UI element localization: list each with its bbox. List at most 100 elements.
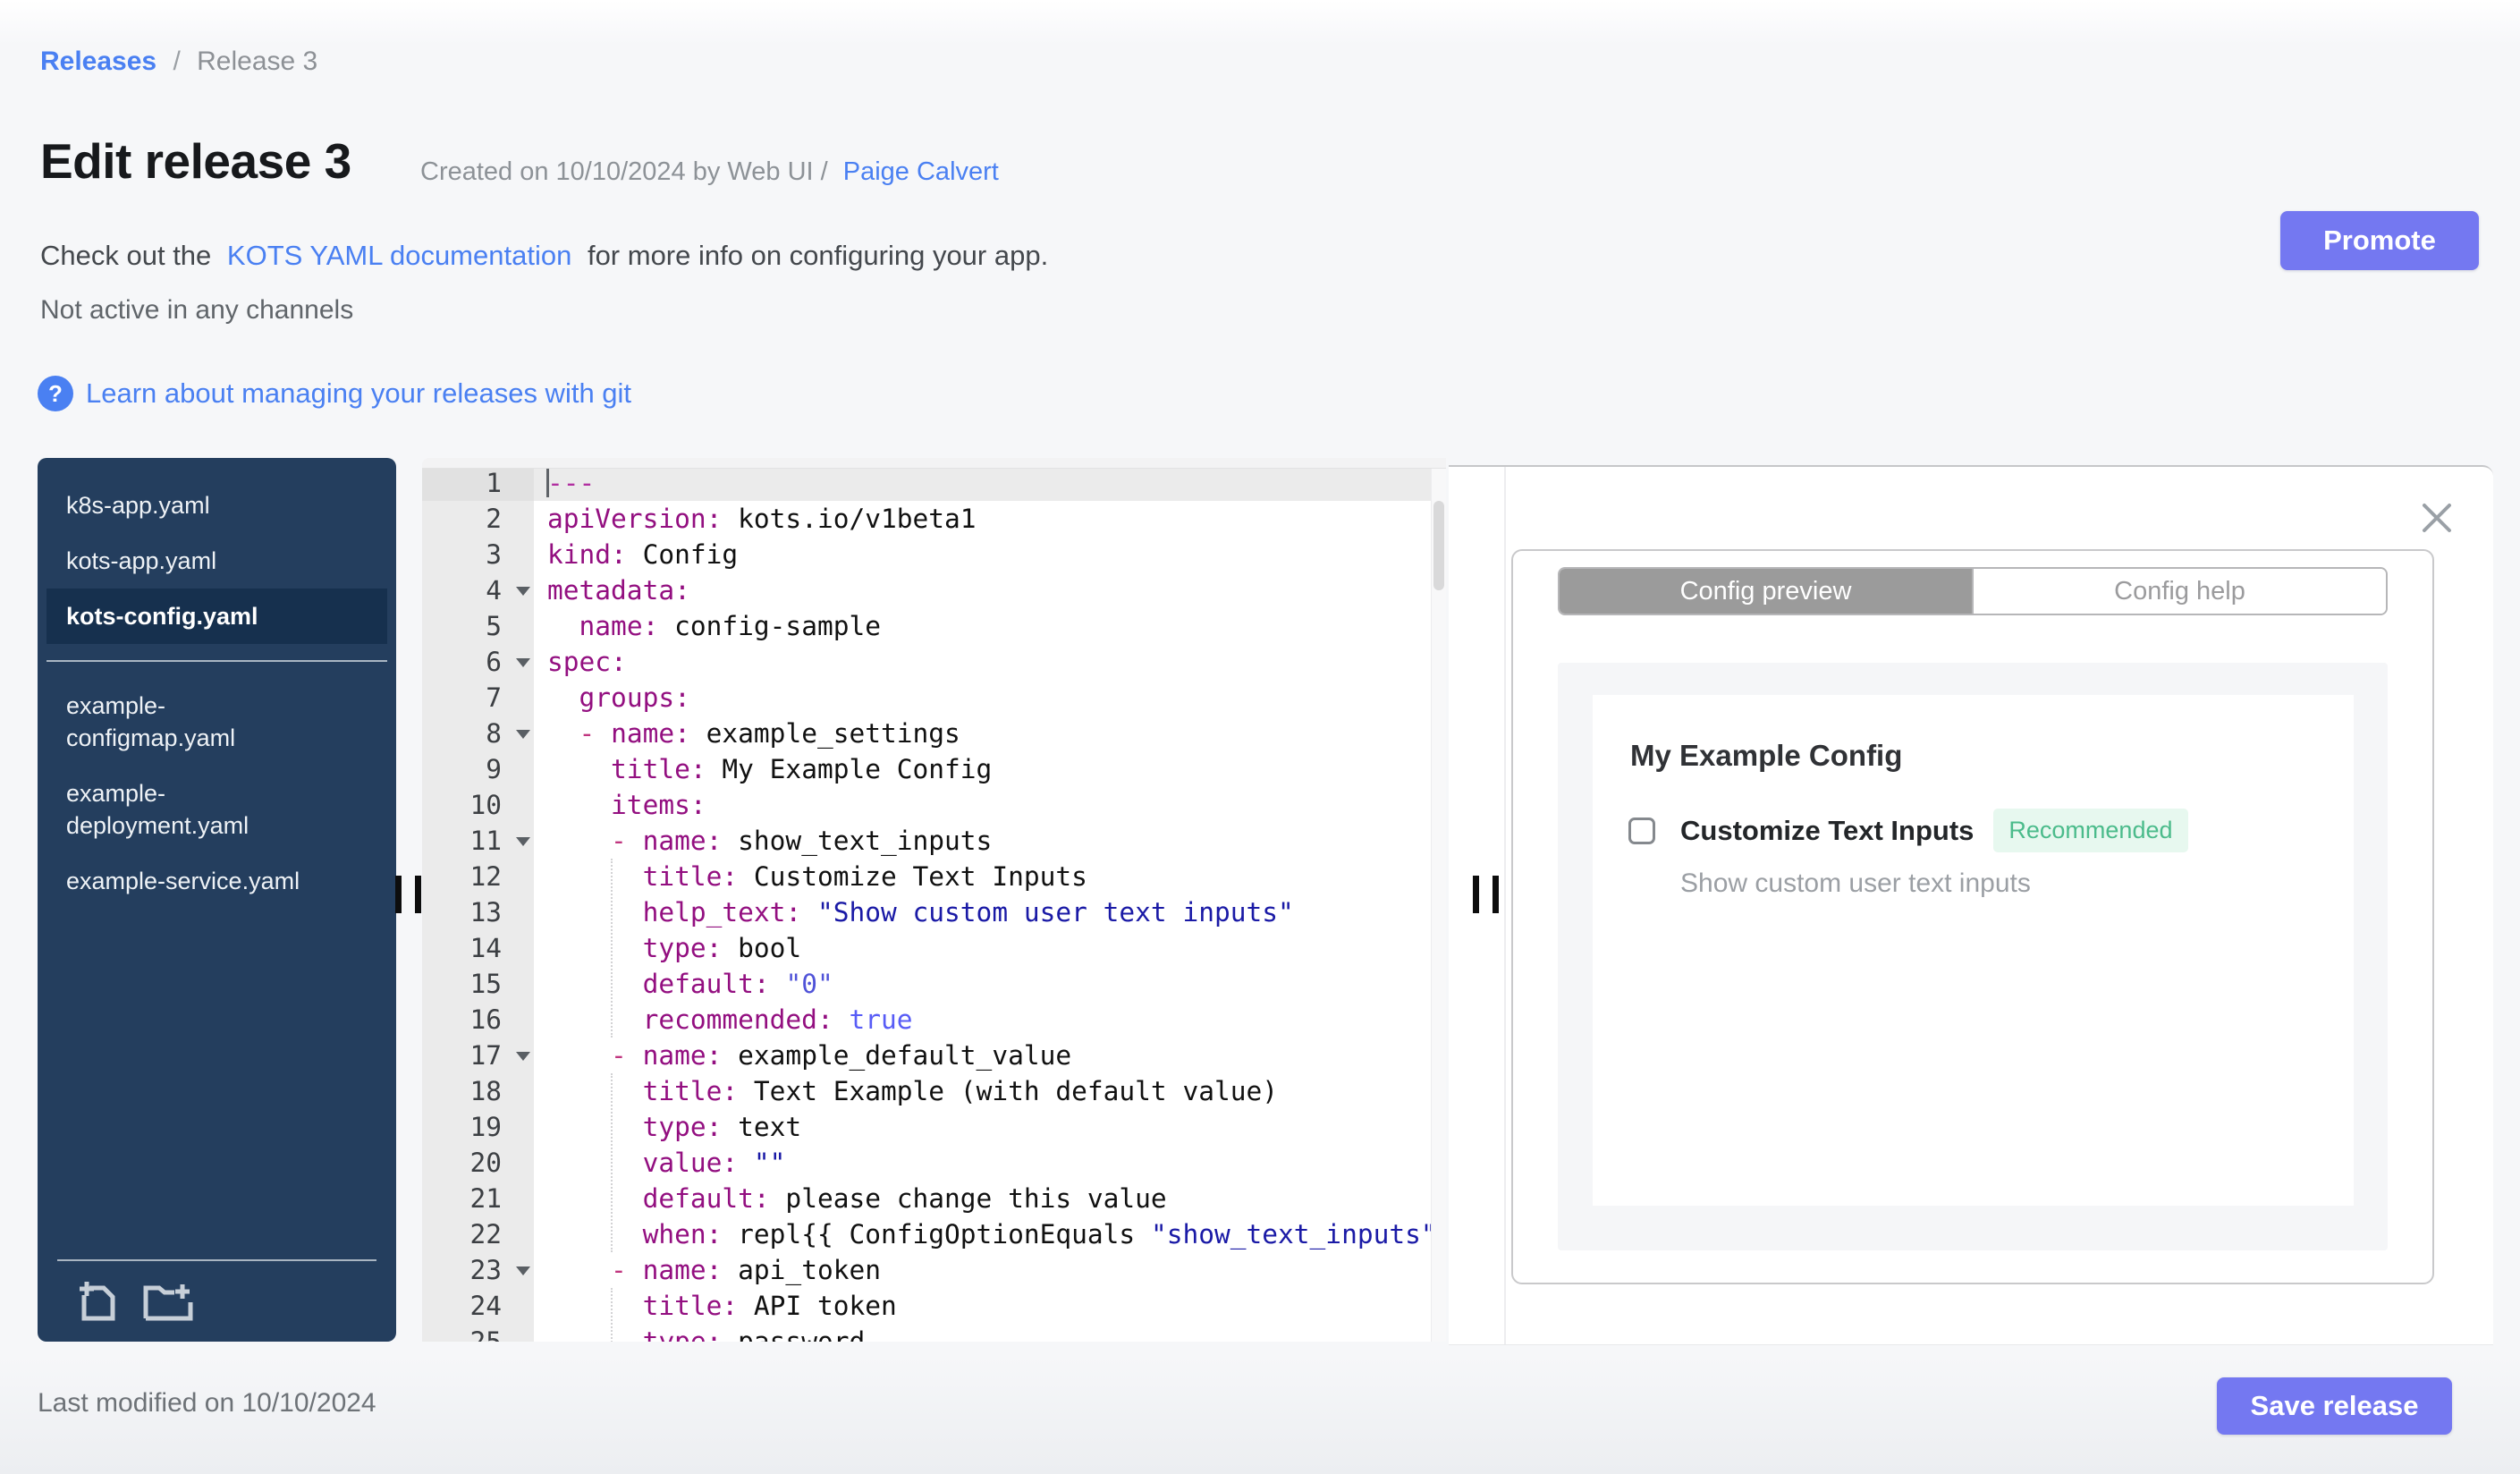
sidebar-divider [47,660,387,662]
code-token-dash: - [611,1255,643,1285]
preview-resize-handle[interactable] [1473,876,1501,915]
editor-line[interactable]: groups: [534,680,1431,716]
code-token-plain: My Example Config [706,754,993,784]
promote-button[interactable]: Promote [2280,211,2479,270]
breadcrumb-separator: / [173,47,181,76]
editor-line[interactable]: title: Customize Text Inputs [534,859,1431,894]
file-sidebar: k8s-app.yaml kots-app.yaml kots-config.yam… [38,458,396,1342]
recommended-badge: Recommended [1993,809,2188,852]
editor-line[interactable]: items: [534,787,1431,823]
code-token-key: name: [579,611,659,641]
code-token-key: name: [642,826,723,856]
code-token-key: type: [642,933,723,963]
resize-bar-icon [1493,876,1499,913]
editor-top-scrollbar[interactable] [422,458,1446,469]
editor-line[interactable]: type: bool [534,930,1431,966]
code-token-plain: password [722,1326,866,1342]
editor-line[interactable]: metadata: [534,572,1431,608]
fold-arrow-icon[interactable] [516,730,530,739]
code-token-key: title: [611,754,706,784]
sidebar-file-example-deployment.yaml[interactable]: example-deployment.yaml [47,766,387,853]
editor-line[interactable]: type: password [534,1324,1431,1342]
sidebar-file-kots-app.yaml[interactable]: kots-app.yaml [47,533,387,589]
code-token-plain: kots.io/v1beta1 [722,504,977,534]
code-token-dash: - [611,1040,643,1071]
scrollbar-thumb[interactable] [1433,501,1444,590]
code-token-plain: please change this value [769,1183,1167,1214]
editor-line[interactable]: default: "0" [534,966,1431,1002]
tab-config-preview[interactable]: Config preview [1560,569,1972,614]
editor-line[interactable]: type: text [534,1109,1431,1145]
sidebar-file-example-configmap.yaml[interactable]: example-configmap.yaml [47,678,387,766]
close-icon[interactable] [2416,497,2457,538]
editor-line[interactable]: when: repl{{ ConfigOptionEquals "show_te… [534,1216,1431,1252]
editor-line[interactable]: --- [534,465,1431,501]
sidebar-file-kots-config.yaml[interactable]: kots-config.yaml [47,589,387,644]
panel-divider [1504,467,1506,1344]
code-token-str: "show_text_inputs" [1150,1219,1431,1250]
code-token-key: type: [642,1326,723,1342]
line-number: 9 [486,754,502,784]
line-number: 12 [469,861,502,892]
editor-line[interactable]: - name: example_default_value [534,1038,1431,1073]
customize-text-inputs-checkbox[interactable] [1628,817,1655,844]
sidebar-actions [77,1279,193,1322]
gutter-rows: 1 2 3 4 5 6 7 8 9 10 11 12 13 14 15 16 17 18 19 20 21 22 23 24 2… [422,465,534,1342]
docs-info-prefix: Check out the [40,240,212,271]
editor-line[interactable]: - name: example_settings [534,716,1431,751]
yaml-code-editor[interactable]: 1 2 3 4 5 6 7 8 9 10 11 12 13 14 15 16 17 18 19 20 21 22 23 24 2… [422,458,1446,1342]
sidebar-resize-handle[interactable] [395,876,424,915]
sidebar-bottom-divider [57,1259,376,1261]
code-token-plain: text [722,1112,802,1142]
code-token-plain: show_text_inputs [722,826,993,856]
code-token-key: help_text: [642,897,802,928]
code-token-num: "0" [785,969,833,999]
fold-arrow-icon[interactable] [516,1052,530,1061]
editor-line[interactable]: value: "" [534,1145,1431,1181]
indent-guide [611,1073,613,1252]
code-token-plain: api_token [722,1255,881,1285]
editor-line[interactable]: kind: Config [534,537,1431,572]
breadcrumb-releases-link[interactable]: Releases [40,47,156,76]
fold-arrow-icon[interactable] [516,1266,530,1275]
line-number: 6 [422,644,534,680]
editor-line[interactable]: help_text: "Show custom user text inputs… [534,894,1431,930]
editor-line[interactable]: title: Text Example (with default value) [534,1073,1431,1109]
new-file-icon[interactable] [77,1279,118,1322]
editor-line[interactable]: - name: api_token [534,1252,1431,1288]
tab-config-help[interactable]: Config help [1972,569,2386,614]
editor-line[interactable]: - name: show_text_inputs [534,823,1431,859]
sidebar-file-example-service.yaml[interactable]: example-service.yaml [47,853,387,909]
editor-line[interactable]: title: My Example Config [534,751,1431,787]
code-token-key: spec: [547,647,627,677]
new-folder-icon[interactable] [143,1279,193,1322]
fold-arrow-icon[interactable] [516,587,530,596]
editor-line[interactable]: apiVersion: kots.io/v1beta1 [534,501,1431,537]
code-token-key: kind: [547,539,627,570]
editor-line[interactable]: title: API token [534,1288,1431,1324]
fold-arrow-icon[interactable] [516,837,530,846]
author-link[interactable]: Paige Calvert [843,157,999,186]
editor-vertical-scrollbar[interactable] [1431,458,1446,1342]
config-group-card: My Example Config Customize Text Inputs … [1593,695,2354,1206]
editor-line[interactable]: recommended: true [534,1002,1431,1038]
code-token-dash: - [611,826,643,856]
kots-docs-link[interactable]: KOTS YAML documentation [227,240,571,271]
save-release-button[interactable]: Save release [2217,1377,2452,1435]
docs-info-suffix: for more info on configuring your app. [587,240,1049,271]
sidebar-file-k8s-app.yaml[interactable]: k8s-app.yaml [47,478,387,533]
editor-line[interactable]: spec: [534,644,1431,680]
editor-line[interactable]: default: please change this value [534,1181,1431,1216]
code-token-key: name: [642,1040,723,1071]
fold-arrow-icon[interactable] [516,658,530,667]
git-releases-link[interactable]: Learn about managing your releases with … [86,377,631,410]
editor-line[interactable]: name: config-sample [534,608,1431,644]
